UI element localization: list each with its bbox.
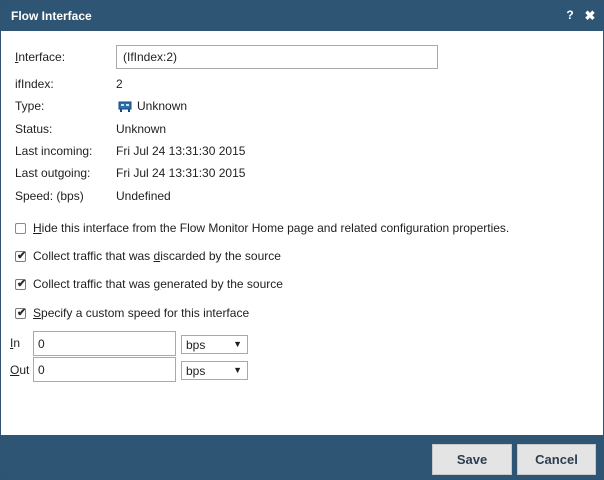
status-value: Unknown bbox=[116, 122, 167, 136]
network-card-icon bbox=[118, 101, 132, 112]
in-speed-unit-value: bps bbox=[186, 338, 206, 352]
ifindex-value: 2 bbox=[116, 77, 123, 91]
hide-interface-label[interactable]: Hide this interface from the Flow Monito… bbox=[33, 221, 509, 235]
custom-speed-label[interactable]: Specify a custom speed for this interfac… bbox=[33, 306, 249, 320]
last-outgoing-label: Last outgoing: bbox=[15, 166, 91, 180]
collect-discarded-checkbox[interactable]: ✔ bbox=[15, 250, 27, 262]
out-speed-label: Out bbox=[10, 363, 30, 377]
speed-value: Undefined bbox=[116, 189, 171, 203]
checkmark-icon: ✔ bbox=[17, 250, 27, 262]
last-incoming-value: Fri Jul 24 13:31:30 2015 bbox=[116, 144, 246, 158]
custom-speed-checkbox[interactable]: ✔ bbox=[15, 307, 27, 319]
checkmark-icon: ✔ bbox=[17, 307, 27, 319]
checkmark-icon: ✔ bbox=[17, 278, 27, 290]
interface-label: Interface: bbox=[15, 50, 66, 64]
collect-generated-checkbox[interactable]: ✔ bbox=[15, 278, 27, 290]
dialog-titlebar: Flow Interface ? ✖ bbox=[1, 1, 603, 31]
close-icon[interactable]: ✖ bbox=[583, 8, 597, 24]
out-speed-unit-select[interactable]: bps ▼ bbox=[181, 361, 248, 380]
help-icon[interactable]: ? bbox=[564, 8, 576, 24]
in-speed-input[interactable] bbox=[33, 331, 176, 356]
dialog-footer: Save Cancel bbox=[1, 435, 603, 479]
type-value: Unknown bbox=[137, 99, 188, 113]
out-speed-unit-value: bps bbox=[186, 364, 206, 378]
chevron-down-icon: ▼ bbox=[233, 339, 242, 349]
status-label: Status: bbox=[15, 122, 53, 136]
chevron-down-icon: ▼ bbox=[233, 365, 242, 375]
hide-interface-checkbox[interactable] bbox=[15, 223, 26, 234]
cancel-button[interactable]: Cancel bbox=[517, 444, 596, 475]
last-incoming-label: Last incoming: bbox=[15, 144, 93, 158]
interface-name-input[interactable] bbox=[116, 45, 438, 69]
collect-generated-label[interactable]: Collect traffic that was generated by th… bbox=[33, 277, 283, 291]
out-speed-input[interactable] bbox=[33, 357, 176, 382]
type-label: Type: bbox=[15, 99, 45, 113]
save-button[interactable]: Save bbox=[432, 444, 512, 475]
speed-label: Speed: (bps) bbox=[15, 189, 84, 203]
dialog-title: Flow Interface bbox=[11, 9, 92, 23]
flow-interface-dialog: Flow Interface ? ✖ Interface: ifIndex: 2… bbox=[0, 0, 604, 480]
last-outgoing-value: Fri Jul 24 13:31:30 2015 bbox=[116, 166, 246, 180]
in-speed-label: In bbox=[10, 336, 21, 350]
in-speed-unit-select[interactable]: bps ▼ bbox=[181, 335, 248, 354]
ifindex-label: ifIndex: bbox=[15, 77, 54, 91]
collect-discarded-label[interactable]: Collect traffic that was discarded by th… bbox=[33, 249, 281, 263]
